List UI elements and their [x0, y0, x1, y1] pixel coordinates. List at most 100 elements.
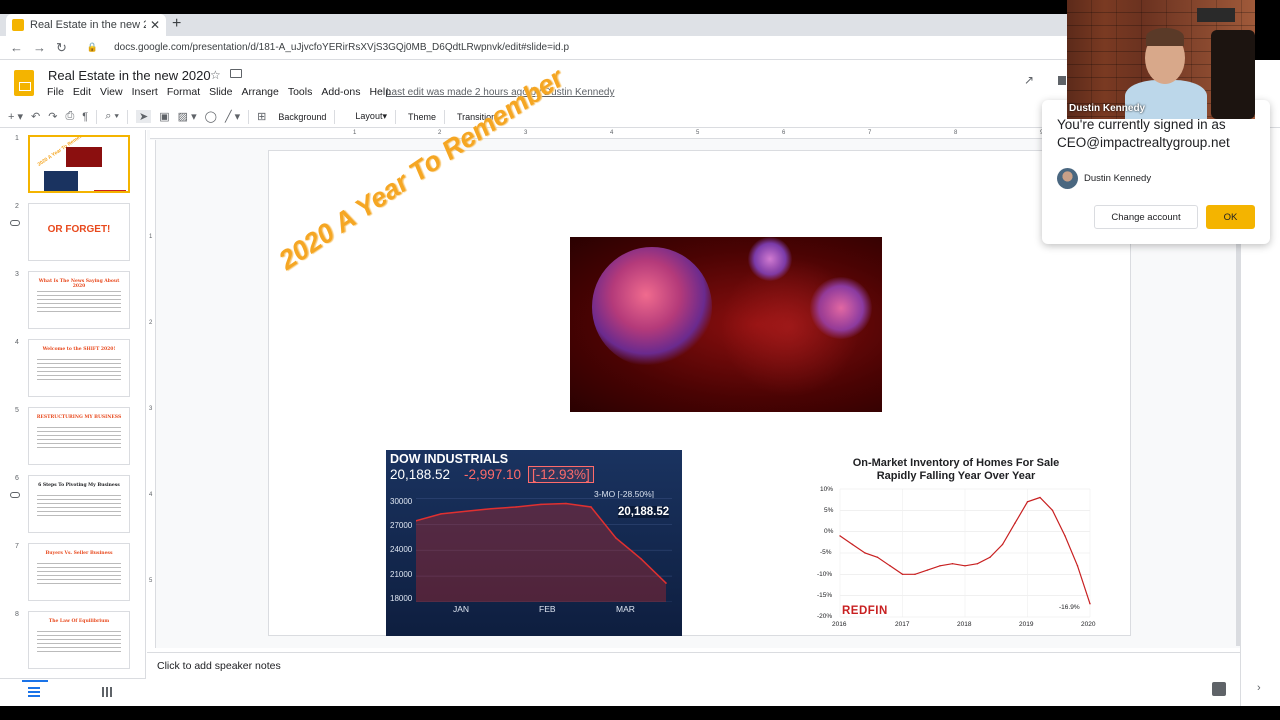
inventory-plot	[839, 488, 1091, 618]
image-icon[interactable]: ▨ ▾	[178, 110, 197, 123]
thumb-body	[37, 288, 121, 314]
theme-button[interactable]: Theme	[408, 112, 436, 122]
dow-point	[665, 582, 667, 584]
document-title[interactable]: Real Estate in the new 2020	[48, 68, 211, 83]
inv-point	[1064, 535, 1066, 537]
menu-tools[interactable]: Tools	[288, 86, 313, 98]
lock-icon: 🔒	[86, 42, 99, 52]
menu-addons[interactable]: Add-ons	[321, 86, 360, 98]
dow-point	[490, 507, 492, 510]
menu-insert[interactable]: Insert	[132, 86, 158, 98]
ok-button[interactable]: OK	[1206, 205, 1255, 229]
dow-y-tick: 30000	[390, 497, 413, 506]
toolbar-divider	[394, 109, 396, 124]
reload-icon[interactable]: ↻	[56, 40, 67, 56]
coronavirus-image[interactable]	[570, 237, 882, 412]
slide-thumb-4[interactable]: Welcome to the SHIFT 2020!	[28, 339, 130, 397]
change-account-button[interactable]: Change account	[1094, 205, 1198, 229]
thumb-virus-image	[66, 147, 102, 167]
link-icon	[10, 492, 20, 498]
forward-icon[interactable]: →	[33, 40, 46, 55]
address-bar[interactable]: 🔒 docs.google.com/presentation/d/181-A_u…	[77, 39, 1068, 57]
menu-format[interactable]: Format	[167, 86, 200, 98]
slide-thumb-5[interactable]: RESTRUCTURING MY BUSINESS	[28, 407, 130, 465]
shape-icon[interactable]: ◯	[205, 110, 217, 123]
virus-particle	[592, 247, 712, 367]
slide-number: 2	[15, 203, 19, 210]
explore-icon[interactable]	[1212, 682, 1226, 696]
layout-button[interactable]: Layout▾	[347, 111, 387, 122]
new-slide-icon[interactable]: + ▾	[8, 110, 23, 123]
menu-view[interactable]: View	[100, 86, 123, 98]
add-comment-icon[interactable]: ⊞	[257, 110, 266, 123]
toolbar-divider	[248, 109, 250, 124]
dow-point	[640, 558, 642, 560]
tab-close-icon[interactable]: ✕	[150, 18, 160, 32]
dow-percent: [-12.93%]	[528, 466, 594, 483]
new-tab-button[interactable]: +	[172, 15, 181, 33]
thumb-title: The Law Of Equilibrium	[48, 619, 110, 624]
speaker-notes-placeholder[interactable]: Click to add speaker notes	[157, 660, 281, 672]
inv-point	[964, 565, 966, 567]
menu-bar: File Edit View Insert Format Slide Arran…	[47, 86, 391, 98]
line-icon[interactable]: ╱ ▾	[225, 110, 240, 123]
dow-y-tick: 24000	[390, 545, 413, 554]
inv-point	[876, 556, 879, 558]
slides-logo-icon[interactable]	[14, 70, 34, 96]
slide-thumb-7[interactable]: Buyers Vs. Seller Business	[28, 543, 130, 601]
grid-view-icon[interactable]	[102, 687, 112, 697]
slide-thumb-3[interactable]: What Is The News Saying About 2020	[28, 271, 130, 329]
webcam-overlay	[1067, 0, 1255, 119]
activity-trend-icon[interactable]: ↗	[1024, 73, 1034, 87]
undo-icon[interactable]: ↶	[31, 110, 40, 123]
inventory-title-line2: Rapidly Falling Year Over Year	[876, 470, 1036, 482]
move-folder-icon[interactable]	[230, 69, 242, 78]
inv-point	[839, 535, 841, 537]
slide-thumb-2[interactable]: OR FORGET!	[28, 203, 130, 261]
inv-x-tick: 2016	[832, 621, 847, 628]
inv-x-tick: 2018	[957, 621, 972, 628]
ruler-mark: 2	[438, 130, 442, 136]
dow-x-tick: MAR	[616, 604, 635, 614]
link-icon	[10, 220, 20, 226]
print-icon[interactable]: ⎙	[65, 110, 74, 123]
redo-icon[interactable]: ↷	[48, 110, 57, 123]
menu-file[interactable]: File	[47, 86, 64, 98]
paint-format-icon[interactable]: ¶	[82, 111, 88, 123]
comments-icon[interactable]	[1058, 76, 1066, 85]
url-text: docs.google.com/presentation/d/181-A_uJj…	[114, 42, 570, 53]
dow-y-tick: 27000	[390, 521, 413, 530]
ruler-mark: 8	[954, 130, 958, 136]
background-button[interactable]: Background	[278, 112, 326, 122]
slide-thumb-6[interactable]: 6 Steps To Pivoting My Business	[28, 475, 130, 533]
inv-point	[976, 562, 979, 565]
speaker-notes[interactable]	[147, 652, 1240, 680]
inv-point	[1076, 565, 1079, 567]
menu-arrange[interactable]: Arrange	[241, 86, 278, 98]
menu-slide[interactable]: Slide	[209, 86, 232, 98]
dow-industrials-chart[interactable]: DOW INDUSTRIALS 20,188.52 -2,997.10 [-12…	[386, 450, 682, 636]
slide-thumb-1[interactable]: 2020 A Year To Remember	[28, 135, 130, 193]
zoom-icon[interactable]: ⌕ ▾	[105, 110, 119, 123]
back-icon[interactable]: ←	[10, 40, 23, 55]
star-icon[interactable]: ☆	[210, 68, 221, 82]
inv-point	[951, 562, 954, 565]
dow-value: 20,188.52	[390, 467, 451, 482]
dow-point	[590, 506, 592, 508]
select-arrow-icon[interactable]: ➤	[136, 110, 152, 123]
filmstrip-view-icon[interactable]	[28, 687, 40, 697]
thumb-body	[37, 424, 121, 450]
inv-point	[889, 565, 891, 567]
slide-number: 5	[15, 407, 19, 414]
toolbar-divider	[96, 109, 98, 124]
text-box-icon[interactable]: ▣	[159, 110, 169, 123]
dow-y-tick: 21000	[390, 570, 413, 579]
chevron-right-icon[interactable]: ›	[1257, 682, 1261, 694]
ruler-mark: 6	[782, 130, 786, 136]
account-name: Dustin Kennedy	[1084, 173, 1152, 184]
browser-tab[interactable]: Real Estate in the new 2020 - Go ✕	[6, 14, 166, 36]
inv-point	[1026, 501, 1029, 503]
menu-edit[interactable]: Edit	[73, 86, 91, 98]
slide-number: 7	[15, 543, 19, 550]
slide-thumb-8[interactable]: The Law Of Equilibrium	[28, 611, 130, 669]
